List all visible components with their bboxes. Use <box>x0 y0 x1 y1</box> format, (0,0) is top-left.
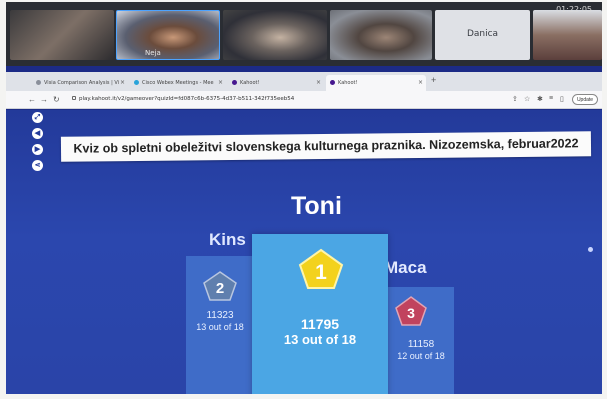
fullscreen-icon[interactable]: ⤢ <box>32 112 43 123</box>
rank-number: 1 <box>315 261 327 284</box>
score-value: 11323 <box>206 310 234 321</box>
video-tile[interactable] <box>330 10 432 60</box>
correct-answers: 13 out of 18 <box>196 322 244 332</box>
browser-tab[interactable]: Kahoot! × <box>228 75 324 91</box>
browser-tab-active[interactable]: Kahoot! × <box>326 75 426 91</box>
third-place-podium: 3 11158 12 out of 18 <box>388 287 454 394</box>
browser-tab[interactable]: Visia Comparison Analysis | Vi × <box>32 75 128 91</box>
second-place-podium: 2 11323 13 out of 18 <box>186 256 254 394</box>
browser-tab[interactable]: Cisco Webex Meetings - Mee × <box>130 75 226 91</box>
url-text: play.kahoot.it/v2/gameover?quizId=fd087c… <box>79 96 295 102</box>
address-bar: ← → ↻ play.kahoot.it/v2/gameover?quizId=… <box>6 91 602 109</box>
puzzle-icon[interactable]: ✱ <box>537 95 543 103</box>
browser-tab-bar: Visia Comparison Analysis | Vi × Cisco W… <box>6 72 602 91</box>
participant-name: Danica <box>466 29 499 39</box>
score-value: 11158 <box>407 339 435 350</box>
tab-label: Visia Comparison Analysis | Vi <box>44 80 120 86</box>
first-place-name: Toni <box>291 192 342 220</box>
close-tab-icon[interactable]: × <box>120 79 125 86</box>
menu-list-icon[interactable]: ≡ <box>549 95 553 102</box>
webex-favicon-icon <box>134 80 139 85</box>
correct-answers: 12 out of 18 <box>397 351 445 361</box>
quiz-title: Kviz ob spletni obeležitvi slovenskega k… <box>60 131 592 162</box>
video-tile-no-camera[interactable]: Danica <box>435 10 530 60</box>
video-tile[interactable] <box>223 10 327 60</box>
score-value: 11795 <box>300 316 340 332</box>
update-button[interactable]: Update <box>572 94 598 105</box>
share-icon[interactable]: ⇪ <box>512 95 518 103</box>
participant-name: Neja <box>145 49 161 57</box>
favicon-icon <box>36 80 41 85</box>
tab-label: Cisco Webex Meetings - Mee <box>142 80 214 86</box>
video-strip: Neja Danica 01:22:05 <box>6 2 602 66</box>
tab-label: Kahoot! <box>240 80 260 86</box>
tab-label: Kahoot! <box>338 80 358 86</box>
video-tile[interactable] <box>533 10 602 60</box>
rank-3-pentagon-icon: 3 <box>395 296 427 326</box>
correct-answers: 13 out of 18 <box>283 332 357 347</box>
reload-icon[interactable]: ↻ <box>53 95 60 104</box>
video-tile-active[interactable]: Neja <box>116 10 220 60</box>
meeting-clock: 01:22:05 <box>556 5 592 14</box>
rank-number: 3 <box>407 305 415 321</box>
kahoot-favicon-icon <box>330 80 335 85</box>
second-place-name: Kins <box>209 230 246 249</box>
kahoot-podium-page: ⤢ ◀ ▶ ⋖ Kviz ob spletni obeležitvi slove… <box>6 110 602 394</box>
split-view-icon[interactable]: ▯ <box>560 95 564 103</box>
url-field[interactable]: play.kahoot.it/v2/gameover?quizId=fd087c… <box>72 96 294 102</box>
kahoot-favicon-icon <box>232 80 237 85</box>
volume-icon[interactable]: ◀ <box>32 128 43 139</box>
rank-1-pentagon-icon: 1 <box>298 248 344 289</box>
rank-2-pentagon-icon: 2 <box>203 271 237 301</box>
close-tab-icon[interactable]: × <box>218 79 223 86</box>
new-tab-icon[interactable]: + <box>431 75 436 85</box>
forward-arrow-icon[interactable]: → <box>40 95 48 104</box>
video-tile[interactable] <box>10 10 114 60</box>
share-icon[interactable]: ⋖ <box>32 160 43 171</box>
monitor-screen: Neja Danica 01:22:05 Visia Comparison An… <box>6 2 602 394</box>
star-icon[interactable]: ☆ <box>524 95 530 103</box>
close-tab-icon[interactable]: × <box>316 79 321 86</box>
skip-icon[interactable]: ▶ <box>32 144 43 155</box>
rank-number: 2 <box>216 280 224 297</box>
close-tab-icon[interactable]: × <box>418 79 423 86</box>
lock-icon <box>72 96 76 100</box>
progress-dot-icon <box>588 247 593 252</box>
first-place-podium: 1 11795 13 out of 18 <box>252 234 388 394</box>
third-place-name: Maca <box>384 258 427 277</box>
back-arrow-icon[interactable]: ← <box>28 95 36 104</box>
